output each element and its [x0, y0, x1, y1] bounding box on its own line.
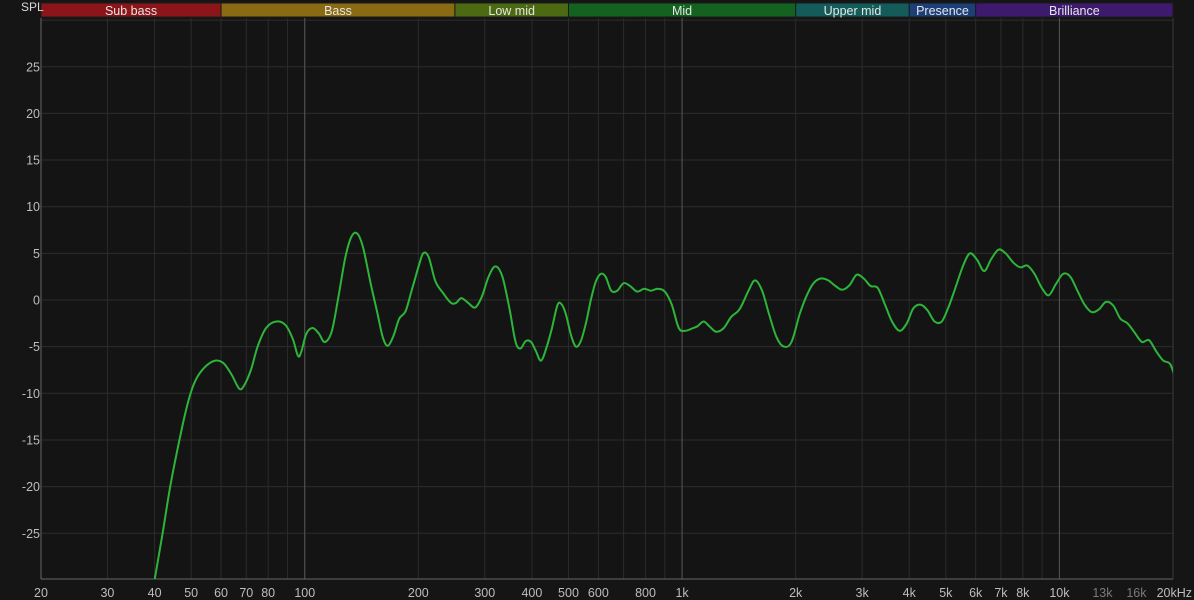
y-tick-label: 5	[33, 247, 40, 261]
x-tick-label: 200	[408, 586, 429, 600]
y-tick-label: -10	[22, 387, 40, 401]
y-tick-label: -20	[22, 480, 40, 494]
band-label: Upper mid	[824, 4, 882, 18]
chart-svg: Sub bass Bass Low mid Mid Upper mid Presence B…	[21, 0, 1192, 600]
x-tick-label: 800	[635, 586, 656, 600]
y-axis-labels: 25 20 15 10 5 0 -5 -10 -15 -20 -25	[22, 60, 40, 541]
frequency-response-chart: Sub bass Bass Low mid Mid Upper mid Presence B…	[0, 0, 1194, 600]
band-label: Bass	[324, 4, 352, 18]
plot-area	[41, 18, 1173, 579]
x-tick-label: 1k	[675, 586, 689, 600]
x-tick-label: 40	[148, 586, 162, 600]
band-bar: Sub bass Bass Low mid Mid Upper mid Presence B…	[40, 2, 1174, 18]
y-tick-label: 20	[26, 107, 40, 121]
y-tick-label: -15	[22, 433, 40, 447]
band-label: Sub bass	[105, 4, 157, 18]
y-tick-label: 0	[33, 294, 40, 308]
x-tick-label: 10k	[1049, 586, 1070, 600]
y-tick-label: 25	[26, 60, 40, 74]
x-tick-label: 300	[474, 586, 495, 600]
x-tick-label: 50	[184, 586, 198, 600]
x-tick-label: 60	[214, 586, 228, 600]
x-tick-label: 2k	[789, 586, 803, 600]
x-tick-label: 20kHz	[1157, 586, 1192, 600]
x-tick-label: 70	[239, 586, 253, 600]
y-axis-title: SPL	[21, 0, 44, 14]
x-tick-label: 6k	[969, 586, 983, 600]
x-tick-label: 80	[261, 586, 275, 600]
y-tick-label: 15	[26, 154, 40, 168]
band-label: Low mid	[488, 4, 535, 18]
y-tick-label: -5	[29, 340, 40, 354]
band-label: Brilliance	[1049, 4, 1100, 18]
x-tick-label: 500	[558, 586, 579, 600]
x-tick-label: 400	[521, 586, 542, 600]
band-label: Mid	[672, 4, 692, 18]
x-tick-label: 8k	[1016, 586, 1030, 600]
x-axis-labels: 20 30 40 50 60 70 80 100 200 300 400 500 600 800 1k 2k 3…	[34, 586, 1192, 600]
x-tick-label: 600	[588, 586, 609, 600]
x-tick-label: 16k	[1126, 586, 1147, 600]
x-tick-label: 20	[34, 586, 48, 600]
x-tick-label: 13k	[1092, 586, 1113, 600]
band-label: Presence	[916, 4, 969, 18]
x-tick-label: 30	[100, 586, 114, 600]
y-tick-label: -25	[22, 527, 40, 541]
x-tick-label: 5k	[939, 586, 953, 600]
x-tick-label: 3k	[856, 586, 870, 600]
x-tick-label: 7k	[994, 586, 1008, 600]
x-tick-label: 4k	[903, 586, 917, 600]
y-tick-label: 10	[26, 200, 40, 214]
x-tick-label: 100	[294, 586, 315, 600]
